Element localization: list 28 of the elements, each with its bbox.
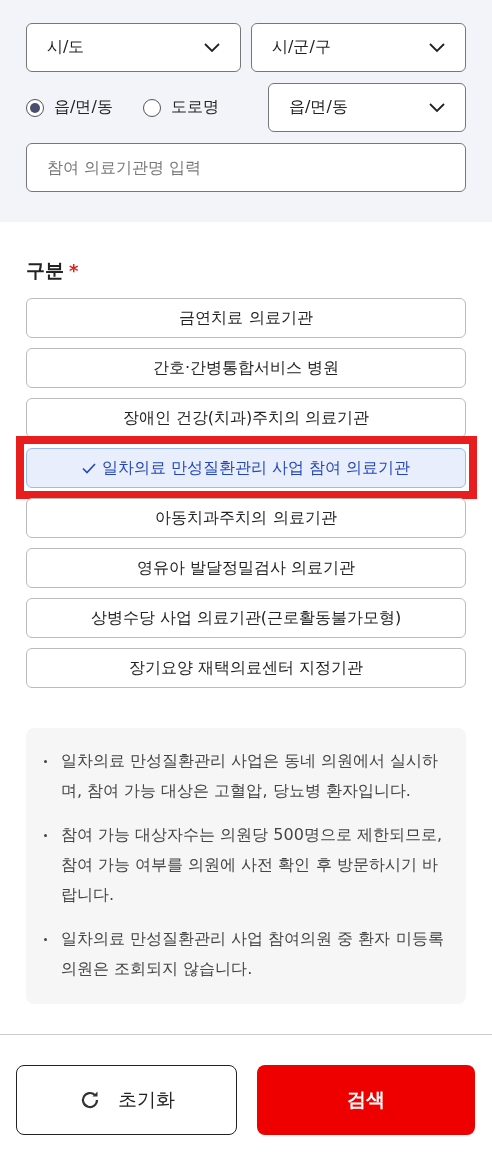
search-field[interactable]: 참여 의료기관명 입력 [26, 143, 466, 192]
dropdown[interactable]: 읍/면/동 [268, 83, 466, 132]
dropdown[interactable]: 시/도 [26, 23, 241, 72]
category-option[interactable]: 일차의료 만성질환관리 사업 참여 의료기관 [26, 448, 466, 488]
dropdown[interactable]: 시/군/구 [251, 23, 466, 72]
bullet-icon [44, 938, 47, 941]
category-option[interactable]: 장기요양 재택의료센터 지정기관 [26, 648, 466, 688]
chevron-down-icon [204, 42, 220, 53]
radio-option[interactable]: 읍/면/동 [26, 97, 113, 118]
notice-text: 일차의료 만성질환관리 사업 참여의원 중 환자 미등록 의원은 조회되지 않습니다. [61, 928, 445, 980]
bullet-icon [44, 834, 47, 837]
search-button[interactable]: 검색 [256, 1065, 475, 1135]
category-option[interactable]: 장애인 건강(치과)주치의 의료기관 [26, 398, 466, 438]
radio-option[interactable]: 도로명 [142, 97, 219, 118]
category-option[interactable]: 금연치료 의료기관 [26, 298, 466, 338]
reset-button[interactable]: 초기화 [16, 1065, 237, 1135]
notice-text: 참여 가능 대상자수는 의원당 500명으로 제한되므로, 참여 가능 여부를 의원에 사전 확인 후 방문하시기 바랍니다. [61, 824, 444, 906]
category-option[interactable]: 영유아 발달정밀검사 의료기관 [26, 548, 466, 588]
bullet-icon [44, 760, 47, 763]
category-option[interactable]: 간호·간병통합서비스 병원 [26, 348, 466, 388]
section-title: 구분 [26, 258, 64, 283]
check-icon [81, 462, 96, 474]
notice-text: 일차의료 만성질환관리 사업은 동네 의원에서 실시하며, 참여 가능 대상은 고혈압, 당뇨병 환자입니다. [61, 750, 440, 802]
category-option[interactable]: 상병수당 사업 의료기관(근로활동불가모형) [26, 598, 466, 638]
chevron-down-icon [429, 102, 445, 113]
category-option[interactable]: 아동치과주치의 의료기관 [26, 498, 466, 538]
required-mark: * [69, 260, 79, 281]
chevron-down-icon [429, 42, 445, 53]
